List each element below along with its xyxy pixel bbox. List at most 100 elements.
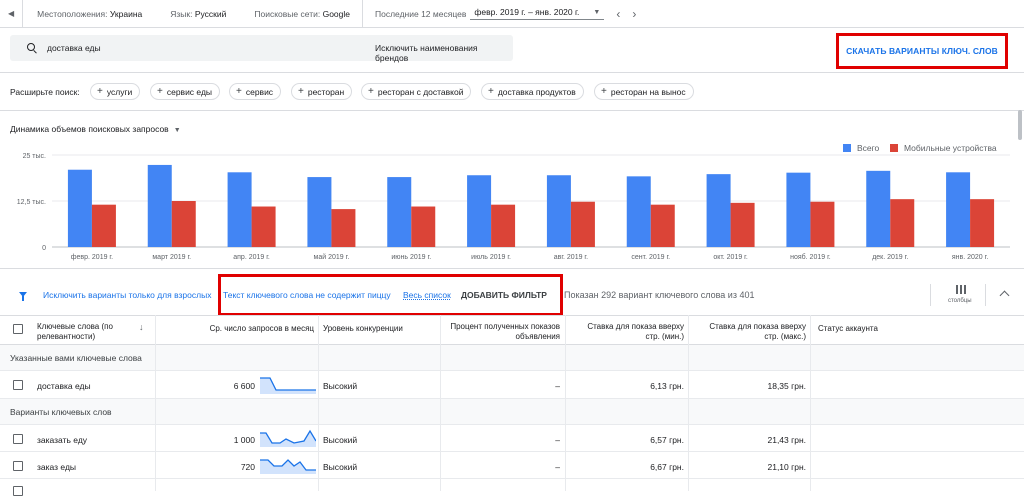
table-group-header: Указанные вами ключевые слова	[0, 345, 1024, 371]
date-range-dropdown[interactable]: февр. 2019 г. – янв. 2020 г. ▼	[470, 7, 605, 20]
column-header-searches[interactable]: Ср. число запросов в месяц	[160, 324, 314, 334]
keyword-cell: доставка еды	[37, 381, 91, 391]
bar-total[interactable]	[706, 174, 731, 247]
bar-mobile[interactable]	[491, 204, 516, 247]
chevron-down-icon: ▼	[173, 127, 181, 134]
prev-period-icon[interactable]: ‹	[616, 7, 620, 21]
bar-mobile[interactable]	[810, 201, 835, 247]
column-header-impressions[interactable]: Процент полученных показов объявления	[446, 322, 560, 342]
column-divider	[810, 315, 811, 491]
bid-low-cell: 6,67 грн.	[650, 462, 684, 472]
bar-mobile[interactable]	[411, 206, 436, 247]
y-tick-label: 25 тыс.	[23, 153, 46, 160]
bar-total[interactable]	[227, 172, 252, 247]
bar-total[interactable]	[307, 177, 332, 247]
bar-total[interactable]	[387, 177, 412, 247]
x-tick-label: апр. 2019 г.	[233, 254, 270, 261]
bar-total[interactable]	[467, 175, 492, 247]
keyword-search-field[interactable]: доставка еды Исключить наименования брен…	[10, 35, 513, 63]
chip-label: ресторан с доставкой	[377, 86, 464, 97]
bar-total[interactable]	[546, 175, 571, 247]
dropdown-caret-icon: ▼	[593, 8, 601, 16]
chip-label: доставка продуктов	[497, 86, 576, 97]
bid-high-cell: 21,10 грн.	[767, 462, 806, 472]
row-checkbox[interactable]	[13, 486, 23, 496]
row-checkbox[interactable]	[13, 380, 23, 390]
x-tick-label: май 2019 г.	[314, 253, 350, 261]
bar-mobile[interactable]	[91, 204, 116, 247]
expand-chip[interactable]: + ресторан	[291, 83, 353, 100]
next-period-icon[interactable]: ›	[632, 7, 636, 21]
row-checkbox[interactable]	[13, 461, 23, 471]
columns-button-label[interactable]: столбцы	[948, 298, 972, 304]
back-arrow-icon[interactable]: ◀	[8, 9, 14, 18]
add-filter-button[interactable]: ДОБАВИТЬ ФИЛЬТР	[461, 290, 547, 300]
location-setting[interactable]: Местоположения: Украина	[37, 9, 142, 19]
bar-mobile[interactable]	[251, 206, 276, 247]
expand-chip[interactable]: + доставка продуктов	[481, 83, 584, 100]
x-tick-label: февр. 2019 г.	[71, 254, 113, 261]
expand-chip[interactable]: + сервис	[229, 83, 282, 100]
row-checkbox[interactable]	[13, 434, 23, 444]
language-setting[interactable]: Язык: Русский	[170, 9, 226, 19]
scrollbar[interactable]	[1018, 110, 1022, 140]
x-tick-label: нояб. 2019 г.	[790, 253, 831, 261]
bar-total[interactable]	[786, 172, 811, 247]
bar-total[interactable]	[147, 164, 172, 247]
filter-full-list[interactable]: Весь список	[403, 290, 451, 300]
expand-chip[interactable]: + ресторан на вынос	[594, 83, 694, 100]
keyword-cell: заказ еды	[37, 462, 77, 472]
plus-icon: +	[298, 86, 304, 97]
expand-chip[interactable]: + услуги	[90, 83, 141, 100]
impressions-cell: –	[555, 462, 560, 472]
exclude-brands-toggle[interactable]: Исключить наименования брендов	[375, 43, 513, 63]
bar-mobile[interactable]	[570, 201, 595, 247]
date-range-picker[interactable]: Последние 12 месяцев февр. 2019 г. – янв…	[375, 7, 605, 20]
column-header-bid-high[interactable]: Ставка для показа вверху стр. (макс.)	[698, 322, 806, 342]
plus-icon: +	[157, 86, 163, 97]
chart-title-dropdown[interactable]: Динамика объемов поисковых запросов ▼	[10, 124, 181, 134]
bar-mobile[interactable]	[331, 209, 356, 247]
location-label: Местоположения:	[37, 8, 108, 19]
download-keywords-button[interactable]: СКАЧАТЬ ВАРИАНТЫ КЛЮЧ. СЛОВ	[836, 33, 1008, 69]
expand-chip[interactable]: + сервис еды	[150, 83, 221, 100]
filter-not-contains[interactable]: Текст ключевого слова не содержит пиццу	[223, 290, 391, 300]
bar-mobile[interactable]	[650, 204, 675, 247]
x-tick-label: март 2019 г.	[152, 254, 191, 261]
bar-mobile[interactable]	[171, 201, 196, 247]
x-tick-label: июль 2019 г.	[471, 254, 511, 261]
filter-icon[interactable]	[19, 292, 27, 301]
sort-arrow-icon[interactable]: ↓	[139, 322, 144, 332]
columns-icon[interactable]	[956, 285, 966, 294]
divider	[930, 284, 931, 306]
x-tick-label: янв. 2020 г.	[952, 254, 988, 261]
bar-total[interactable]	[866, 170, 891, 247]
bid-high-cell: 18,35 грн.	[767, 381, 806, 391]
table-row[interactable]	[0, 479, 1024, 491]
trend-sparkline	[260, 377, 316, 394]
plus-icon: +	[601, 86, 607, 97]
group-label: Указанные вами ключевые слова	[10, 353, 142, 363]
column-header-bid-low[interactable]: Ставка для показа вверху стр. (мин.)	[576, 322, 684, 342]
keyword-cell: заказать еду	[37, 435, 88, 445]
select-all-checkbox[interactable]	[13, 324, 23, 334]
filter-exclude-adult[interactable]: Исключить варианты только для взрослых	[43, 290, 211, 300]
column-header-competition[interactable]: Уровень конкуренции	[323, 324, 403, 334]
network-setting[interactable]: Поисковые сети: Google	[254, 9, 350, 19]
chart-title: Динамика объемов поисковых запросов	[10, 124, 169, 134]
expand-chip[interactable]: + ресторан с доставкой	[361, 83, 472, 100]
bar-total[interactable]	[946, 172, 971, 247]
chevron-up-icon[interactable]	[999, 290, 1010, 301]
chip-label: сервис	[245, 86, 274, 97]
bar-total[interactable]	[67, 169, 92, 247]
divider	[0, 72, 1024, 73]
divider	[22, 0, 24, 28]
bar-total[interactable]	[626, 176, 651, 247]
column-header-status[interactable]: Статус аккаунта	[818, 324, 878, 334]
search-query[interactable]: доставка еды	[47, 43, 101, 53]
bar-mobile[interactable]	[890, 199, 915, 247]
bar-mobile[interactable]	[730, 202, 755, 247]
x-tick-label: дек. 2019 г.	[872, 254, 908, 261]
bar-mobile[interactable]	[970, 199, 995, 247]
column-header-keyword[interactable]: Ключевые слова (по релевантности)	[37, 322, 132, 342]
